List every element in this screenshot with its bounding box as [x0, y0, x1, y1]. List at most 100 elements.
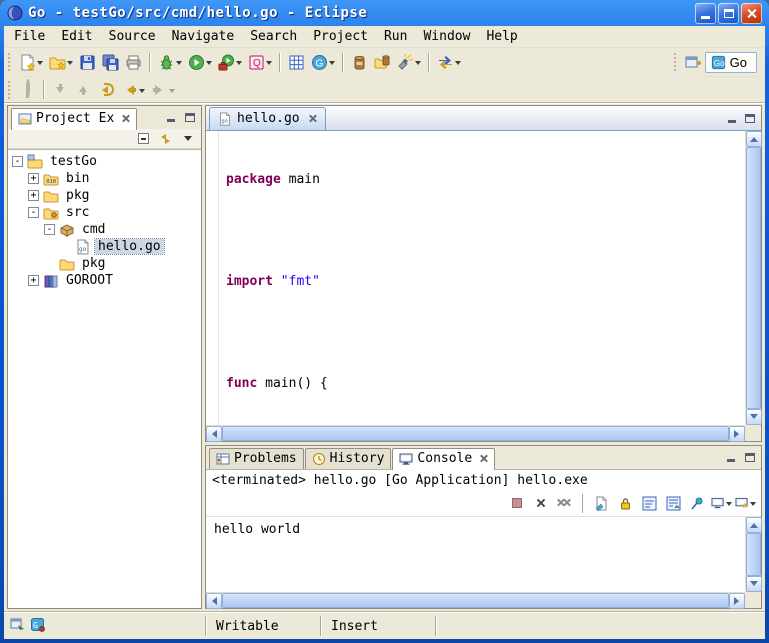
maximize-editor-button[interactable]: [741, 112, 758, 127]
tree-expander[interactable]: +: [28, 173, 39, 184]
new-go-project-button[interactable]: [285, 50, 308, 74]
scroll-left-button[interactable]: [206, 593, 222, 609]
launch-status-button[interactable]: G: [30, 617, 45, 636]
open-perspective-button[interactable]: [682, 50, 705, 74]
display-console-button[interactable]: [711, 493, 732, 514]
fast-view-button[interactable]: [10, 617, 25, 636]
tree-item-pkg[interactable]: + pkg: [10, 187, 201, 204]
save-button[interactable]: [76, 50, 99, 74]
new-go-element-button[interactable]: [46, 50, 76, 74]
menu-help[interactable]: Help: [478, 27, 525, 46]
pin-console-button[interactable]: [687, 493, 708, 514]
view-menu-button[interactable]: [178, 130, 197, 147]
toolbar-grip[interactable]: [8, 81, 12, 99]
remove-all-launches-button[interactable]: [554, 493, 575, 514]
menu-navigate[interactable]: Navigate: [164, 27, 243, 46]
team-sync-button[interactable]: [434, 50, 464, 74]
print-button[interactable]: [122, 50, 145, 74]
toolbar-grip[interactable]: [674, 53, 678, 71]
menu-source[interactable]: Source: [101, 27, 164, 46]
save-all-button[interactable]: [99, 50, 122, 74]
go-perspective-button[interactable]: Go Go: [705, 52, 757, 73]
minimize-console-button[interactable]: [722, 451, 739, 466]
tree-item-cmd[interactable]: - cmd: [10, 221, 201, 238]
console-output[interactable]: hello world: [206, 517, 745, 592]
editor-vertical-scrollbar[interactable]: [745, 131, 761, 425]
editor-horizontal-scrollbar[interactable]: [206, 425, 745, 441]
scrollbar-thumb[interactable]: [222, 593, 729, 608]
tree-expander[interactable]: +: [28, 275, 39, 286]
terminate-button[interactable]: [506, 493, 527, 514]
coverage-button[interactable]: Q: [245, 50, 275, 74]
minimize-editor-button[interactable]: [723, 112, 740, 127]
previous-annotation-button[interactable]: [72, 78, 95, 102]
scrollbar-thumb[interactable]: [746, 533, 761, 576]
code-area[interactable]: package main import "fmt" func main() { …: [219, 131, 745, 425]
jar-import-button[interactable]: [348, 50, 371, 74]
open-console-button[interactable]: [735, 493, 756, 514]
show-on-output-button[interactable]: [663, 493, 684, 514]
console-vertical-scrollbar[interactable]: [745, 517, 761, 592]
tree-item-src-pkg[interactable]: pkg: [10, 255, 201, 272]
tree-item-goroot[interactable]: + GOROOT: [10, 272, 201, 289]
scroll-right-button[interactable]: [729, 593, 745, 609]
scroll-down-button[interactable]: [746, 409, 762, 425]
menu-search[interactable]: Search: [242, 27, 305, 46]
menu-window[interactable]: Window: [415, 27, 478, 46]
goclipse-button[interactable]: G: [308, 50, 338, 74]
scroll-up-button[interactable]: [746, 517, 762, 533]
scroll-left-button[interactable]: [206, 426, 222, 442]
maximize-console-button[interactable]: [741, 451, 758, 466]
forward-button[interactable]: [148, 78, 178, 102]
minimize-view-button[interactable]: [162, 111, 179, 126]
editor-ruler[interactable]: [206, 131, 219, 425]
tree-item-hello-go[interactable]: go hello.go: [10, 238, 201, 255]
toolbar-grip[interactable]: [8, 53, 12, 71]
tree-expander[interactable]: -: [12, 156, 23, 167]
link-with-editor-button[interactable]: [156, 130, 175, 147]
search-button[interactable]: [394, 50, 424, 74]
run-button[interactable]: [185, 50, 215, 74]
debug-button[interactable]: [155, 50, 185, 74]
close-console-icon[interactable]: [479, 454, 488, 463]
scroll-lock-button[interactable]: [615, 493, 636, 514]
new-wizard-button[interactable]: [16, 50, 46, 74]
scrollbar-thumb[interactable]: [222, 426, 729, 441]
code-editor[interactable]: package main import "fmt" func main() { …: [206, 131, 745, 425]
next-annotation-button[interactable]: [49, 78, 72, 102]
back-button[interactable]: [118, 78, 148, 102]
tab-console[interactable]: Console: [392, 448, 495, 470]
menu-project[interactable]: Project: [305, 27, 376, 46]
collapse-all-button[interactable]: [134, 130, 153, 147]
word-wrap-button[interactable]: [639, 493, 660, 514]
external-tools-button[interactable]: [215, 50, 245, 74]
tree-expander[interactable]: -: [28, 207, 39, 218]
pin-editor-button[interactable]: [16, 78, 39, 102]
tree-expander[interactable]: +: [28, 190, 39, 201]
title-bar[interactable]: Go - testGo/src/cmd/hello.go - Eclipse: [4, 0, 765, 26]
scroll-right-button[interactable]: [729, 426, 745, 442]
close-view-icon[interactable]: [121, 114, 130, 123]
tree-expander[interactable]: -: [44, 224, 55, 235]
minimize-button[interactable]: [695, 3, 716, 24]
last-edit-location-button[interactable]: [95, 78, 118, 102]
clear-console-button[interactable]: [591, 493, 612, 514]
console-horizontal-scrollbar[interactable]: [206, 592, 745, 608]
tree-item-testgo[interactable]: - testGo: [10, 153, 201, 170]
tree-item-src[interactable]: - src: [10, 204, 201, 221]
tree-item-bin[interactable]: + 010 bin: [10, 170, 201, 187]
maximize-view-button[interactable]: [181, 111, 198, 126]
menu-edit[interactable]: Edit: [53, 27, 100, 46]
close-button[interactable]: [741, 3, 762, 24]
menu-file[interactable]: File: [6, 27, 53, 46]
menu-run[interactable]: Run: [376, 27, 415, 46]
maximize-button[interactable]: [718, 3, 739, 24]
tab-history[interactable]: History: [305, 448, 392, 469]
scroll-down-button[interactable]: [746, 576, 762, 592]
jar-export-button[interactable]: [371, 50, 394, 74]
remove-launch-button[interactable]: [530, 493, 551, 514]
close-editor-icon[interactable]: [308, 114, 317, 123]
tab-problems[interactable]: Problems: [209, 448, 304, 469]
tab-hello-go[interactable]: go hello.go: [209, 107, 326, 130]
tab-project-explorer[interactable]: Project Ex: [11, 108, 137, 130]
